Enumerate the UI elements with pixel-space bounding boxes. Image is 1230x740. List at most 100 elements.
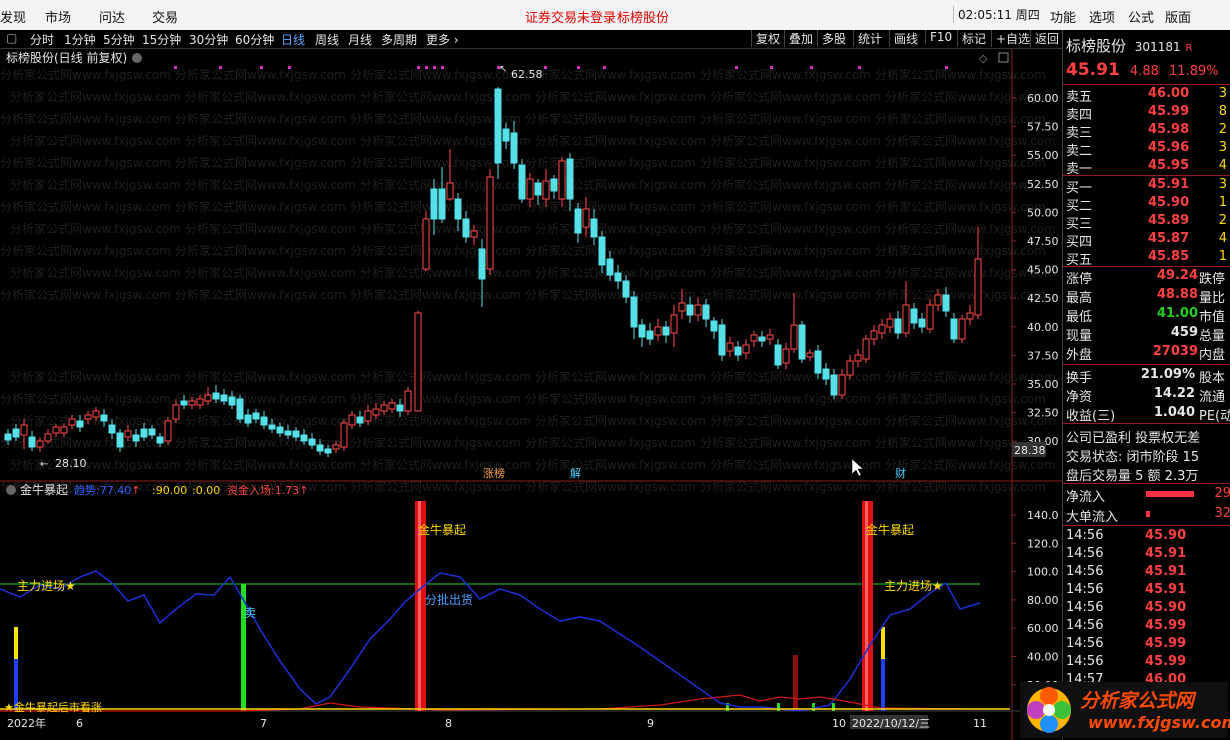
ask-row[interactable]: 卖三 45.98 2 <box>1066 122 1230 141</box>
stat2-value: 21.09% <box>1140 367 1195 382</box>
menu-wenda[interactable]: 问达 <box>99 7 125 26</box>
candle-body <box>414 312 422 412</box>
watermark-text: 分析家公式网www.fxjgsw.com <box>710 177 881 192</box>
watermark-text: 分析家公式网www.fxjgsw.com <box>700 67 871 82</box>
candle-body <box>886 318 894 328</box>
tool-fuquan[interactable]: 复权 <box>751 30 780 47</box>
ask-row[interactable]: 卖一 45.95 4 <box>1066 158 1230 177</box>
bid-row[interactable]: 买五 45.85 1 <box>1066 249 1230 268</box>
period-15min[interactable]: 15分钟 <box>142 31 181 48</box>
period-1min[interactable]: 1分钟 <box>64 31 96 48</box>
tool-stats[interactable]: 统计 <box>853 30 882 47</box>
menu-formula[interactable]: 公式 <box>1128 7 1154 26</box>
candle-body <box>100 414 108 422</box>
bid-row[interactable]: 买二 45.90 1 <box>1066 195 1230 214</box>
candle-body <box>878 324 886 334</box>
watermark-text: 分析家公式网www.fxjgsw.com <box>885 133 1056 148</box>
settings-icon[interactable] <box>132 53 142 63</box>
candle-body <box>156 436 164 444</box>
candle-body <box>726 342 734 352</box>
tool-add-favorite[interactable]: +自选 <box>991 30 1030 47</box>
menu-layout[interactable]: 版面 <box>1165 7 1191 26</box>
bid-row[interactable]: 买四 45.87 4 <box>1066 231 1230 250</box>
param-fund-inflow: 资金入场:1.73↑ <box>227 483 308 497</box>
candle-body <box>734 346 742 356</box>
period-5min[interactable]: 5分钟 <box>103 31 135 48</box>
quote-change: 4.88 <box>1129 64 1159 79</box>
watermark-text: 分析家公式网www.fxjgsw.com <box>700 435 871 450</box>
candle-body <box>974 258 982 316</box>
maximize-icon[interactable] <box>998 52 1009 63</box>
bid-row[interactable]: 买一 45.91 3 <box>1066 177 1230 196</box>
tool-draw[interactable]: 画线 <box>889 30 918 47</box>
watermark-text: 分析家公式网www.fxjgsw.com <box>525 67 696 82</box>
candle-body <box>204 394 212 402</box>
period-multi[interactable]: 多周期 <box>381 31 417 48</box>
bid-volume: 2 <box>1218 213 1227 228</box>
bid-row[interactable]: 买三 45.89 2 <box>1066 213 1230 232</box>
marker-jie[interactable]: 解 <box>570 466 581 480</box>
candle-body <box>862 338 870 360</box>
watermark-text: 分析家公式网www.fxjgsw.com <box>535 413 706 428</box>
flow-net-value: 29 <box>1214 486 1230 501</box>
watermark-text: 分析家公式网www.fxjgsw.com <box>525 155 696 170</box>
signal-dot <box>770 66 773 69</box>
marker-cai[interactable]: 财 <box>895 466 906 480</box>
x-label-10: 10 <box>832 717 846 730</box>
diamond-icon[interactable]: ◇ <box>979 52 988 65</box>
menu-options[interactable]: 选项 <box>1089 7 1115 26</box>
watermark-text: 分析家公式网www.fxjgsw.com <box>535 133 706 148</box>
menu-function[interactable]: 功能 <box>1050 7 1076 26</box>
candle-body <box>438 188 446 220</box>
watermark-text: 分析家公式网www.fxjgsw.com <box>0 155 171 170</box>
tick-row: 14:56 45.91 <box>1066 582 1230 600</box>
period-daily[interactable]: 日线 <box>281 31 305 48</box>
login-notice[interactable]: 证券交易未登录 <box>525 7 616 26</box>
ask-row[interactable]: 卖五 46.00 3 <box>1066 86 1230 105</box>
x-label-date: 2022/10/12/三 <box>852 717 930 730</box>
bottom-value: 28.38 <box>1014 444 1046 457</box>
menu-discover[interactable]: 发现 <box>0 7 26 26</box>
period-30min[interactable]: 30分钟 <box>189 31 228 48</box>
tick-time: 14:56 <box>1066 546 1104 561</box>
menu-trade[interactable]: 交易 <box>152 7 178 26</box>
candle-body <box>316 444 324 452</box>
ask-row[interactable]: 卖四 45.99 8 <box>1066 104 1230 123</box>
menu-market[interactable]: 市场 <box>45 7 71 26</box>
signal-dot <box>425 66 428 69</box>
tool-mark[interactable]: 标记 <box>957 30 986 47</box>
tool-f10[interactable]: F10 <box>925 30 952 44</box>
tick-time: 14:56 <box>1066 618 1104 633</box>
indicator-tick-label: 40.00 <box>1027 651 1059 664</box>
watermark-text: 分析家公式网www.fxjgsw.com <box>350 435 521 450</box>
candle-body <box>396 404 404 412</box>
watermark-text: 分析家公式网www.fxjgsw.com <box>175 243 346 258</box>
candle-body <box>694 304 702 316</box>
small-green-bar <box>812 703 815 711</box>
watermark-text: 分析家公式网www.fxjgsw.com <box>175 155 346 170</box>
tick-row: 14:56 45.91 <box>1066 546 1230 564</box>
watermark-text: 分析家公式网www.fxjgsw.com <box>10 177 181 192</box>
tool-back[interactable]: 返回 <box>1030 30 1059 47</box>
ask-row[interactable]: 卖二 45.96 3 <box>1066 140 1230 159</box>
period-more[interactable]: 更多 › <box>426 31 459 48</box>
tool-overlay[interactable]: 叠加 <box>784 30 813 47</box>
window-icon[interactable]: ▢ <box>6 31 17 45</box>
x-label-11: 11 <box>973 717 987 730</box>
candle-body <box>454 198 462 220</box>
period-60min[interactable]: 60分钟 <box>235 31 274 48</box>
chart-canvas[interactable]: 分析家公式网www.fxjgsw.com 分析家公式网www.fxjgsw.com… <box>0 49 1062 740</box>
stat2-right-label: 流通 <box>1199 390 1226 405</box>
candle-body <box>558 160 566 200</box>
period-weekly[interactable]: 周线 <box>315 31 339 48</box>
marker-zhangbang[interactable]: 涨榜 <box>483 466 505 480</box>
candle-body <box>132 434 140 442</box>
tool-multi-stock[interactable]: 多股 <box>817 30 846 47</box>
period-monthly[interactable]: 月线 <box>348 31 372 48</box>
logo-url: www.fxjgsw.com <box>1088 713 1230 732</box>
flow-big: 大单流入 32 <box>1066 506 1230 525</box>
signal-dot <box>441 66 444 69</box>
indicator-settings-icon[interactable] <box>6 485 16 495</box>
logo-flower-icon <box>1027 687 1071 733</box>
period-fenshi[interactable]: 分时 <box>30 31 54 48</box>
